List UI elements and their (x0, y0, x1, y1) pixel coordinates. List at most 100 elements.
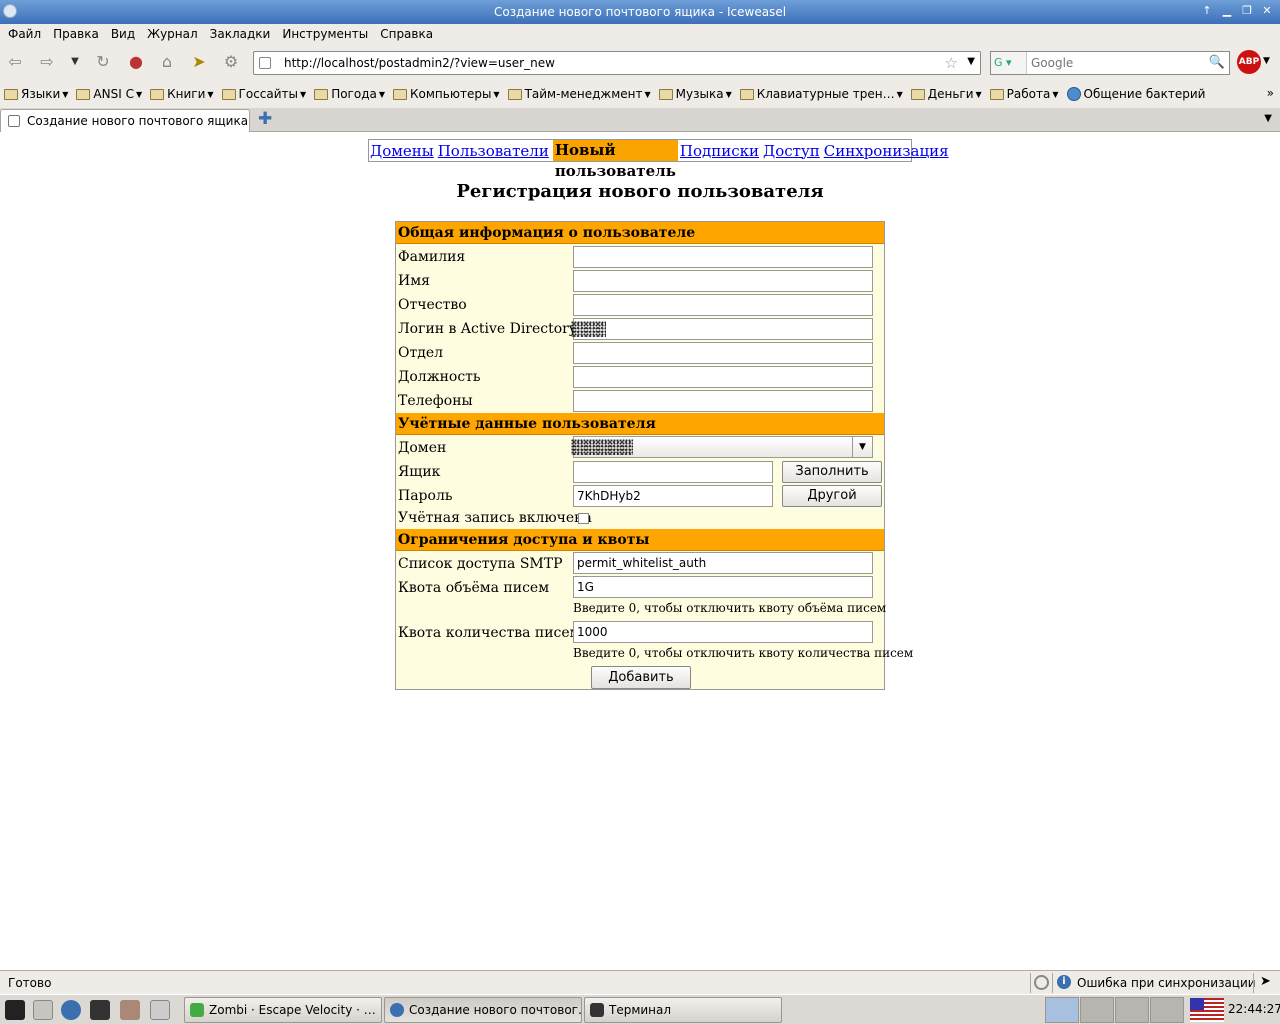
screenshot-icon[interactable] (150, 1000, 170, 1020)
bookmark-folder[interactable]: Госсайты ▼ (221, 87, 306, 101)
menu-file[interactable]: Файл (2, 27, 47, 41)
menu-history[interactable]: Журнал (141, 27, 204, 41)
bookmark-folder[interactable]: Тайм-менеджмент ▼ (507, 87, 651, 101)
mailbox-field[interactable] (573, 461, 773, 483)
status-text: Готово (8, 976, 52, 990)
bookmark-folder[interactable]: Книги ▼ (150, 87, 214, 101)
menu-tools[interactable]: Инструменты (276, 27, 374, 41)
fill-button[interactable]: Заполнить (782, 461, 882, 483)
url-dropdown-icon[interactable]: ▼ (967, 56, 975, 67)
workspace-4[interactable] (1150, 997, 1184, 1023)
keyboard-layout-flag-icon[interactable] (1190, 998, 1224, 1022)
tools-icon[interactable] (120, 1000, 140, 1020)
minimize-icon[interactable]: ▁ (1220, 4, 1234, 18)
taskbar-item-label: Терминал (609, 1003, 672, 1017)
adblock-icon[interactable]: ABP (1237, 50, 1261, 74)
mailbox-label: Ящик (398, 464, 441, 480)
nav-subscriptions[interactable]: Подписки (680, 142, 759, 160)
count-quota-hint: Введите 0, чтобы отключить квоту количес… (573, 646, 914, 660)
nav-users[interactable]: Пользователи (438, 142, 549, 160)
navigation-toolbar: ⇦ ⇨ ▼ ↻ ● ⌂ ➤ ⚙ http://localhost/postadm… (0, 44, 1280, 80)
history-dropdown-icon[interactable]: ▼ (65, 52, 85, 72)
phones-field[interactable] (573, 390, 873, 412)
sync-icon[interactable] (1034, 975, 1049, 990)
workspace-3[interactable] (1115, 997, 1149, 1023)
menu-edit[interactable]: Правка (47, 27, 105, 41)
start-menu-icon[interactable] (5, 1000, 25, 1020)
url-bar[interactable]: http://localhost/postadmin2/?view=user_n… (253, 51, 981, 75)
enabled-checkbox[interactable] (578, 513, 589, 524)
url-text[interactable]: http://localhost/postadmin2/?view=user_n… (284, 56, 555, 70)
adblock-dropdown-icon[interactable]: ▼ (1263, 56, 1270, 66)
bookmark-folder[interactable]: ANSI C ▼ (76, 87, 142, 101)
workspace-2[interactable] (1080, 997, 1114, 1023)
taskbar-item-label: Zombi · Escape Velocity · … (209, 1003, 376, 1017)
bookmark-folder[interactable]: Музыка ▼ (658, 87, 732, 101)
redacted-login (571, 321, 606, 337)
menu-view[interactable]: Вид (105, 27, 141, 41)
taskbar-item[interactable]: Zombi · Escape Velocity · … (184, 997, 382, 1023)
status-bar: Готово i Ошибка при синхронизации ➤ (0, 970, 1280, 994)
patronymic-field[interactable] (573, 294, 873, 316)
forward-icon[interactable]: ⇨ (37, 52, 57, 72)
taskbar-item-active[interactable]: Создание нового почтовог… (384, 997, 582, 1023)
new-tab-icon[interactable]: ✚ (258, 109, 272, 129)
chevron-right-icon[interactable]: » (1267, 86, 1274, 100)
cursor-icon[interactable]: ➤ (189, 52, 209, 72)
cursor-icon[interactable]: ➤ (1260, 974, 1271, 989)
search-input[interactable] (1031, 54, 1201, 72)
menu-help[interactable]: Справка (374, 27, 439, 41)
smtp-list-label: Список доступа SMTP (398, 556, 563, 572)
nav-domains[interactable]: Домены (370, 142, 434, 160)
gear-icon[interactable]: ⚙ (221, 52, 241, 72)
move-up-icon[interactable]: ↑ (1200, 4, 1214, 18)
nav-new-user: Новый пользователь (552, 140, 678, 180)
search-engine-icon[interactable]: G ▾ (991, 52, 1027, 74)
bookmark-link[interactable]: Общение бактерий (1066, 87, 1205, 101)
other-password-button[interactable]: Другой (782, 485, 882, 507)
bookmark-label: Книги (167, 87, 206, 101)
search-box[interactable]: G ▾ 🔍 (990, 51, 1230, 75)
bookmark-folder[interactable]: Работа ▼ (989, 87, 1059, 101)
nav-access[interactable]: Доступ (763, 142, 820, 160)
home-icon[interactable]: ⌂ (157, 52, 177, 72)
maximize-icon[interactable]: ❐ (1240, 4, 1254, 18)
lastname-field[interactable] (573, 246, 873, 268)
drive-icon[interactable] (33, 1000, 53, 1020)
bookmark-folder[interactable]: Деньги ▼ (910, 87, 982, 101)
firstname-field[interactable] (573, 270, 873, 292)
workspace-1[interactable] (1045, 997, 1079, 1023)
bookmark-label: Деньги (927, 87, 974, 101)
back-icon[interactable]: ⇦ (5, 52, 25, 72)
size-quota-field[interactable]: 1G (573, 576, 873, 598)
bookmark-star-icon[interactable]: ☆ (945, 54, 958, 72)
count-quota-field[interactable]: 1000 (573, 621, 873, 643)
bookmark-label: Клавиатурные трен… (756, 87, 895, 101)
tab-active[interactable]: Создание нового почтового ящика (0, 109, 250, 132)
menu-bookmarks[interactable]: Закладки (204, 27, 277, 41)
tab-list-icon[interactable]: ▼ (1264, 113, 1272, 124)
add-user-button[interactable]: Добавить (591, 666, 691, 689)
position-field[interactable] (573, 366, 873, 388)
password-field[interactable]: 7KhDHyb2 (573, 485, 773, 507)
close-icon[interactable]: ✕ (1260, 4, 1274, 18)
smtp-list-field[interactable]: permit_whitelist_auth (573, 552, 873, 574)
nav-sync[interactable]: Синхронизация (824, 142, 949, 160)
sync-error-text[interactable]: Ошибка при синхронизации (1077, 976, 1256, 990)
bookmark-folder[interactable]: Погода ▼ (314, 87, 385, 101)
bookmark-folder[interactable]: Языки ▼ (4, 87, 68, 101)
bookmark-folder[interactable]: Компьютеры ▼ (393, 87, 500, 101)
terminal-icon[interactable] (90, 1000, 110, 1020)
page-title: Регистрация нового пользователя (456, 181, 824, 202)
department-field[interactable] (573, 342, 873, 364)
ad-login-field[interactable] (573, 318, 873, 340)
info-icon[interactable]: i (1057, 975, 1071, 989)
chevron-down-icon[interactable]: ▼ (852, 437, 872, 457)
taskbar-item[interactable]: Терминал (584, 997, 782, 1023)
bookmark-folder[interactable]: Клавиатурные трен… ▼ (739, 87, 903, 101)
reload-icon[interactable]: ↻ (93, 52, 113, 72)
browser-icon[interactable] (61, 1000, 81, 1020)
stop-icon[interactable]: ● (126, 52, 146, 72)
search-icon[interactable]: 🔍 (1209, 55, 1225, 70)
taskbar: Zombi · Escape Velocity · … Создание нов… (0, 994, 1280, 1024)
